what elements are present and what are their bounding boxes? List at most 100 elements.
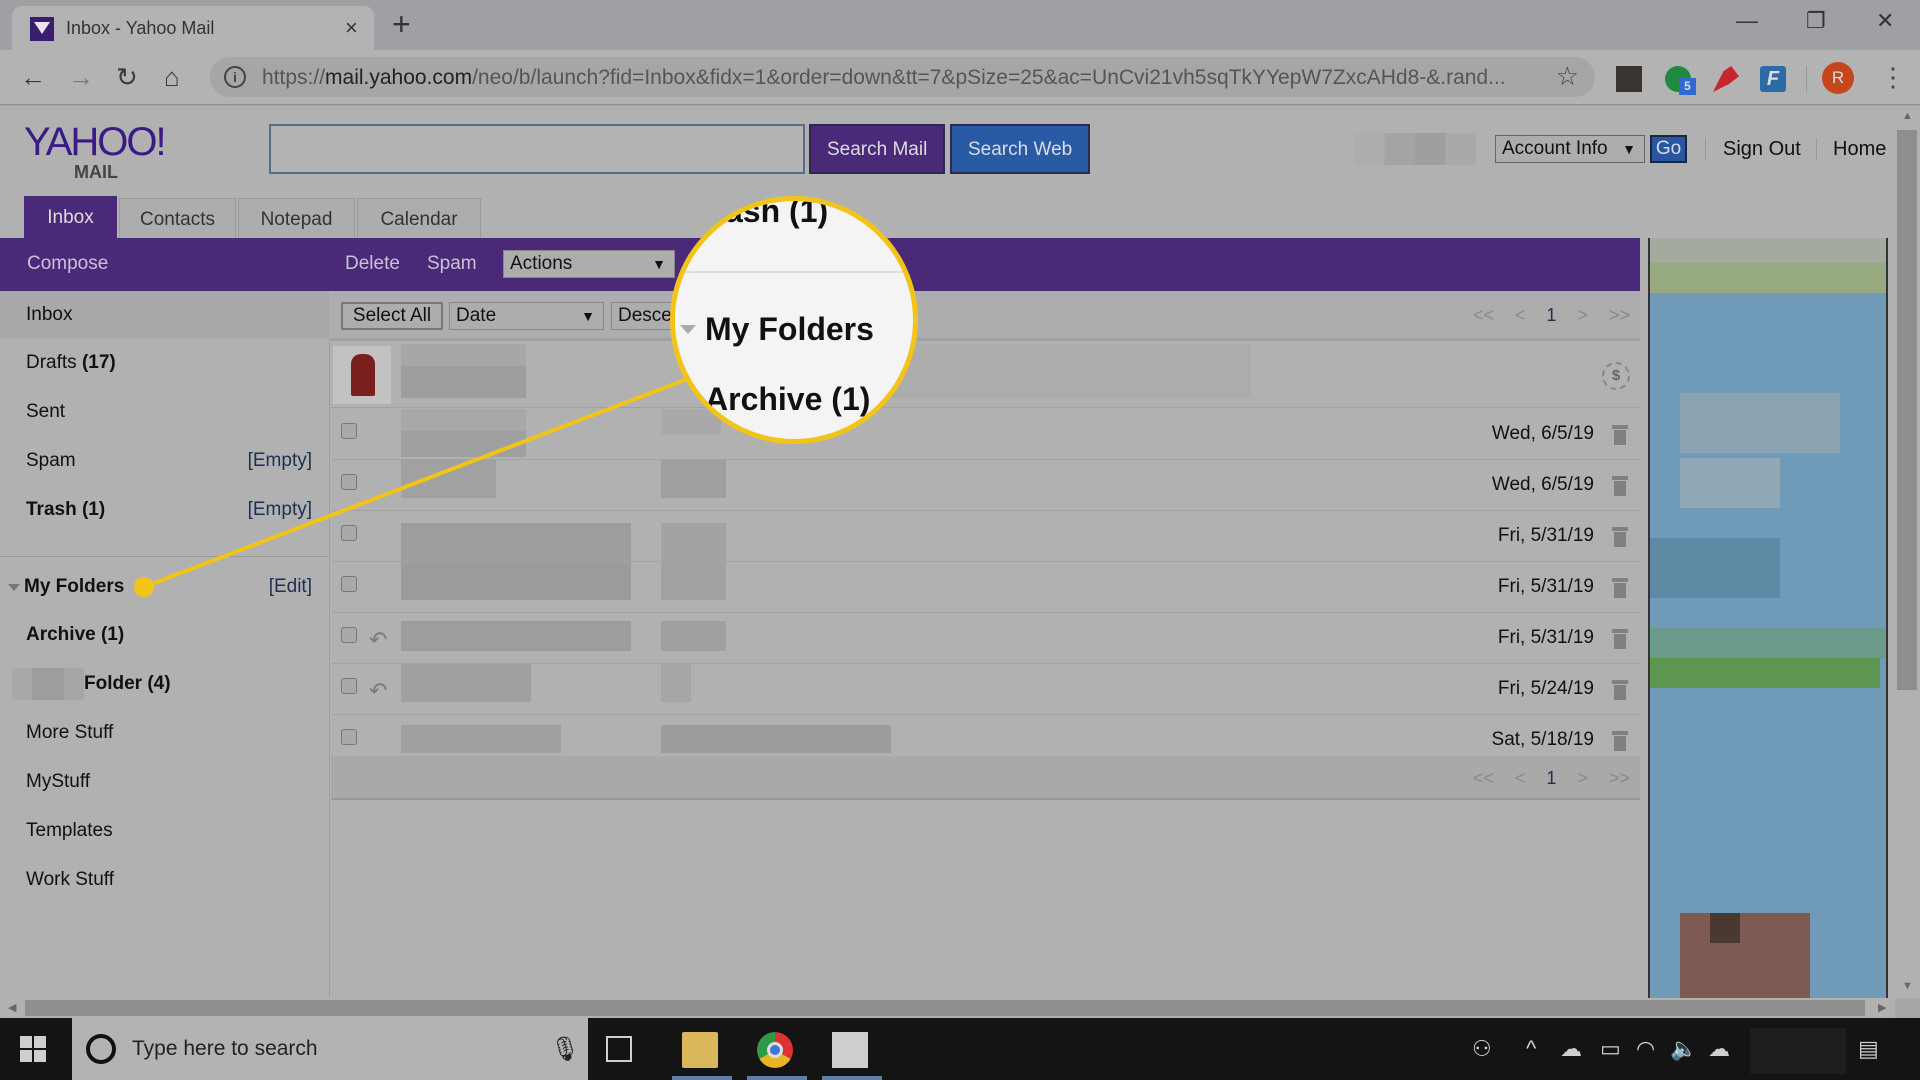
forward-icon[interactable]: →: [68, 62, 94, 92]
minimize-icon[interactable]: —: [1736, 8, 1758, 34]
search-mail-button[interactable]: Search Mail: [809, 124, 946, 174]
folder-spam[interactable]: Spam [Empty]: [0, 437, 330, 485]
message-checkbox[interactable]: [341, 576, 357, 592]
folder-sent[interactable]: Sent: [0, 388, 330, 436]
reload-icon[interactable]: ↻: [116, 62, 138, 92]
folder-trash[interactable]: Trash (1) [Empty]: [0, 486, 330, 534]
microphone-icon[interactable]: 🎙: [550, 1035, 580, 1064]
prev-page-link[interactable]: <: [1515, 305, 1526, 325]
message-row[interactable]: ↶ Fri, 5/24/19: [331, 664, 1640, 715]
select-all-button[interactable]: Select All: [341, 302, 443, 330]
spam-button[interactable]: Spam: [427, 253, 477, 275]
message-row[interactable]: ↶ Fri, 5/31/19: [331, 613, 1640, 664]
folder-folder[interactable]: Folder (4): [0, 660, 330, 708]
folder-drafts[interactable]: Drafts (17): [0, 339, 330, 387]
folder-archive[interactable]: Archive (1): [0, 611, 330, 659]
message-checkbox[interactable]: [341, 729, 357, 745]
prev-page-link[interactable]: <: [1515, 768, 1526, 788]
trash-icon[interactable]: [1612, 680, 1628, 700]
scroll-left-icon[interactable]: ◀: [8, 1001, 16, 1014]
message-checkbox[interactable]: [341, 627, 357, 643]
first-page-link[interactable]: <<: [1473, 305, 1494, 325]
my-folders-header[interactable]: My Folders [Edit]: [0, 563, 330, 611]
tab-notepad[interactable]: Notepad: [238, 198, 355, 240]
message-row[interactable]: Wed, 6/5/19: [331, 409, 1640, 460]
bookmark-star-icon[interactable]: ☆: [1556, 61, 1579, 92]
vertical-scrollbar[interactable]: ▲ ▼: [1895, 106, 1920, 998]
green-chat-extension-icon[interactable]: 5: [1665, 66, 1696, 95]
search-web-button[interactable]: Search Web: [950, 124, 1091, 174]
trash-icon[interactable]: [1612, 578, 1628, 598]
site-info-icon[interactable]: i: [224, 66, 246, 88]
notifications-icon[interactable]: ▤: [1858, 1036, 1879, 1062]
sign-out-link[interactable]: Sign Out: [1723, 138, 1801, 161]
message-row[interactable]: Fri, 5/31/19: [331, 511, 1640, 562]
edit-folders-link[interactable]: [Edit]: [269, 563, 312, 611]
message-checkbox[interactable]: [341, 678, 357, 694]
search-input[interactable]: [269, 124, 805, 174]
restore-icon[interactable]: ❐: [1806, 8, 1826, 34]
message-row[interactable]: Fri, 5/31/19: [331, 562, 1640, 613]
show-hidden-icons[interactable]: ^: [1526, 1036, 1536, 1062]
people-icon[interactable]: ⚇: [1472, 1036, 1492, 1062]
folder-more-stuff[interactable]: More Stuff: [0, 709, 330, 757]
scroll-right-icon[interactable]: ▶: [1878, 1001, 1886, 1014]
trash-icon[interactable]: [1612, 527, 1628, 547]
wifi-icon[interactable]: ◠: [1636, 1036, 1655, 1062]
message-checkbox[interactable]: [341, 525, 357, 541]
new-tab-button[interactable]: +: [392, 6, 411, 42]
file-explorer-icon[interactable]: [682, 1032, 718, 1068]
home-icon[interactable]: ⌂: [164, 62, 180, 92]
sort-by-select[interactable]: Date ▼: [449, 302, 604, 330]
cloud-alert-icon[interactable]: ☁: [1708, 1036, 1730, 1062]
horizontal-scrollbar[interactable]: ◀ ▶: [0, 998, 1895, 1018]
chrome-icon[interactable]: [757, 1032, 793, 1068]
onedrive-icon[interactable]: ☁: [1560, 1036, 1582, 1062]
tab-inbox[interactable]: Inbox: [24, 196, 117, 240]
redacted-clock[interactable]: [1750, 1028, 1846, 1074]
first-page-link[interactable]: <<: [1473, 768, 1494, 788]
message-row[interactable]: Wed, 6/5/19: [331, 460, 1640, 511]
delete-button[interactable]: Delete: [345, 253, 400, 275]
advertisement-panel[interactable]: [1648, 238, 1888, 998]
folder-mystuff[interactable]: MyStuff: [0, 758, 330, 806]
current-page[interactable]: 1: [1546, 305, 1556, 325]
scroll-down-icon[interactable]: ▼: [1902, 980, 1913, 992]
home-link[interactable]: Home: [1833, 138, 1886, 161]
last-page-link[interactable]: >>: [1609, 305, 1630, 325]
tab-calendar[interactable]: Calendar: [357, 198, 481, 240]
trash-icon[interactable]: [1612, 476, 1628, 496]
message-checkbox[interactable]: [341, 423, 357, 439]
account-info-select[interactable]: Account Info ▼: [1495, 135, 1645, 163]
last-page-link[interactable]: >>: [1609, 768, 1630, 788]
vertical-scroll-thumb[interactable]: [1897, 130, 1917, 690]
horizontal-scroll-thumb[interactable]: [25, 1000, 1865, 1016]
battery-icon[interactable]: ▭: [1600, 1036, 1621, 1062]
back-icon[interactable]: ←: [20, 62, 46, 92]
windows-start-icon[interactable]: [20, 1036, 46, 1062]
folder-inbox[interactable]: Inbox: [0, 291, 330, 339]
actions-select[interactable]: Actions ▼: [503, 250, 675, 278]
window-close-icon[interactable]: ✕: [1876, 8, 1894, 34]
task-view-icon[interactable]: [606, 1036, 632, 1062]
photos-icon[interactable]: [832, 1032, 868, 1068]
sponsored-message-row[interactable]: $: [331, 344, 1640, 408]
browser-tab[interactable]: Inbox - Yahoo Mail ×: [12, 6, 374, 52]
address-bar[interactable]: i https://mail.yahoo.com/neo/b/launch?fi…: [210, 57, 1595, 97]
cardinal-extension-icon[interactable]: [1713, 66, 1739, 92]
volume-icon[interactable]: 🔈: [1670, 1036, 1697, 1062]
photo-extension-icon[interactable]: [1616, 66, 1642, 92]
folder-templates[interactable]: Templates: [0, 807, 330, 855]
tab-contacts[interactable]: Contacts: [119, 198, 236, 240]
browser-menu-icon[interactable]: ⋮: [1880, 62, 1906, 93]
current-page[interactable]: 1: [1546, 768, 1556, 788]
compose-button[interactable]: Compose: [27, 253, 108, 275]
scroll-up-icon[interactable]: ▲: [1902, 110, 1913, 122]
empty-trash-link[interactable]: [Empty]: [248, 486, 312, 534]
taskbar-search[interactable]: Type here to search 🎙: [72, 1018, 588, 1080]
message-checkbox[interactable]: [341, 474, 357, 490]
empty-spam-link[interactable]: [Empty]: [248, 437, 312, 485]
go-button[interactable]: Go: [1650, 135, 1687, 163]
f-extension-icon[interactable]: F: [1760, 66, 1786, 92]
collapse-triangle-icon[interactable]: [8, 584, 20, 591]
